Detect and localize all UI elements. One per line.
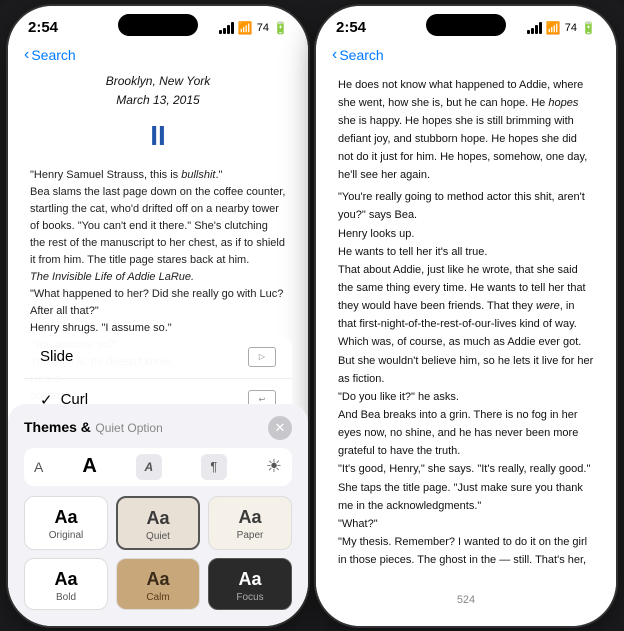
font-style-icon: A xyxy=(144,460,153,474)
wifi-icon: 📶 xyxy=(238,21,253,35)
theme-focus-label: Focus xyxy=(217,592,283,603)
back-chevron-icon: ‹ xyxy=(24,46,29,64)
theme-bold[interactable]: Aa Bold xyxy=(24,558,108,610)
font-increase-btn[interactable]: A xyxy=(82,455,96,478)
battery-level: 74 xyxy=(257,22,269,34)
theme-original[interactable]: Aa Original xyxy=(24,496,108,550)
chapter-number: II xyxy=(30,114,286,159)
back-label-right: Search xyxy=(339,47,383,63)
book-paragraph: He wants to tell her it's all true. xyxy=(338,243,594,261)
theme-paper[interactable]: Aa Paper xyxy=(208,496,292,550)
right-phone: 2:54 📶 74 🔋 ‹ Search xyxy=(316,6,616,626)
nav-bar-left: ‹ Search xyxy=(8,42,308,72)
theme-original-aa: Aa xyxy=(33,507,99,528)
book-paragraph: "You're really going to method actor thi… xyxy=(338,188,594,224)
book-location: Brooklyn, New YorkMarch 13, 2015 xyxy=(30,72,286,110)
theme-focus-aa: Aa xyxy=(217,569,283,590)
battery-icon: 🔋 xyxy=(273,21,288,35)
back-button-right[interactable]: ‹ Search xyxy=(332,46,384,64)
back-chevron-icon-right: ‹ xyxy=(332,46,337,64)
book-paragraph: "What?" xyxy=(338,515,594,533)
theme-paper-aa: Aa xyxy=(217,507,283,528)
font-size-controls: A A A ¶ ☀ xyxy=(24,448,292,486)
signal-icon-right xyxy=(527,22,542,34)
themes-header: Themes & Quiet Option ✕ xyxy=(24,416,292,440)
paragraph-icon: ¶ xyxy=(210,459,217,474)
theme-original-label: Original xyxy=(33,530,99,541)
themes-title: Themes & xyxy=(24,419,91,435)
themes-subtitle: Quiet Option xyxy=(95,421,162,435)
font-decrease-btn[interactable]: A xyxy=(34,459,43,475)
left-phone: 2:54 📶 74 🔋 ‹ Search xyxy=(8,6,308,626)
status-icons-left: 📶 74 🔋 xyxy=(219,21,288,35)
slide-icon: ▷ xyxy=(248,347,276,367)
book-paragraph: "My thesis. Remember? I wanted to do it … xyxy=(338,533,594,571)
status-icons-right: 📶 74 🔋 xyxy=(527,21,596,35)
theme-calm[interactable]: Aa Calm xyxy=(116,558,200,610)
theme-cards-grid: Aa Original Aa Quiet Aa Paper Aa Bold xyxy=(24,496,292,610)
signal-icon xyxy=(219,22,234,34)
theme-bold-aa: Aa xyxy=(33,569,99,590)
book-paragraph: "It's good, Henry," she says. "It's real… xyxy=(338,460,594,514)
book-paragraph: That about Addie, just like he wrote, th… xyxy=(338,261,594,352)
back-button-left[interactable]: ‹ Search xyxy=(24,46,76,64)
status-time-left: 2:54 xyxy=(28,19,58,36)
book-paragraph: Henry looks up. xyxy=(338,225,594,243)
status-bar-left: 2:54 📶 74 🔋 xyxy=(8,6,308,42)
themes-title-group: Themes & Quiet Option xyxy=(24,419,163,437)
theme-bold-label: Bold xyxy=(33,592,99,603)
theme-quiet[interactable]: Aa Quiet xyxy=(116,496,200,550)
book-paragraph: But she wouldn't believe him, so he lets… xyxy=(338,352,594,388)
slide-label: Slide xyxy=(40,348,73,365)
close-button[interactable]: ✕ xyxy=(268,416,292,440)
theme-paper-label: Paper xyxy=(217,530,283,541)
status-time-right: 2:54 xyxy=(336,19,366,36)
theme-quiet-aa: Aa xyxy=(126,508,190,529)
back-label-left: Search xyxy=(31,47,75,63)
themes-panel: Themes & Quiet Option ✕ A A A ¶ xyxy=(8,404,308,626)
book-paragraph: "Do you like it?" he asks. xyxy=(338,388,594,406)
slide-option[interactable]: Slide ▷ xyxy=(24,336,292,379)
battery-level-right: 74 xyxy=(565,22,577,34)
book-paragraph: And Bea breaks into a grin. There is no … xyxy=(338,406,594,460)
font-style-btn[interactable]: A xyxy=(136,454,162,480)
paragraph-btn[interactable]: ¶ xyxy=(201,454,227,480)
battery-icon-right: 🔋 xyxy=(581,21,596,35)
nav-bar-right: ‹ Search xyxy=(316,42,616,72)
theme-quiet-label: Quiet xyxy=(126,531,190,542)
book-paragraph: He does not know what happened to Addie,… xyxy=(338,76,594,185)
brightness-icon[interactable]: ☀ xyxy=(266,456,282,477)
status-bar-right: 2:54 📶 74 🔋 xyxy=(316,6,616,42)
theme-focus[interactable]: Aa Focus xyxy=(208,558,292,610)
page-number: 524 xyxy=(316,594,616,606)
book-content-right: He does not know what happened to Addie,… xyxy=(316,72,616,572)
wifi-icon-right: 📶 xyxy=(546,21,561,35)
close-icon: ✕ xyxy=(275,420,286,436)
theme-calm-aa: Aa xyxy=(125,569,191,590)
theme-calm-label: Calm xyxy=(125,592,191,603)
